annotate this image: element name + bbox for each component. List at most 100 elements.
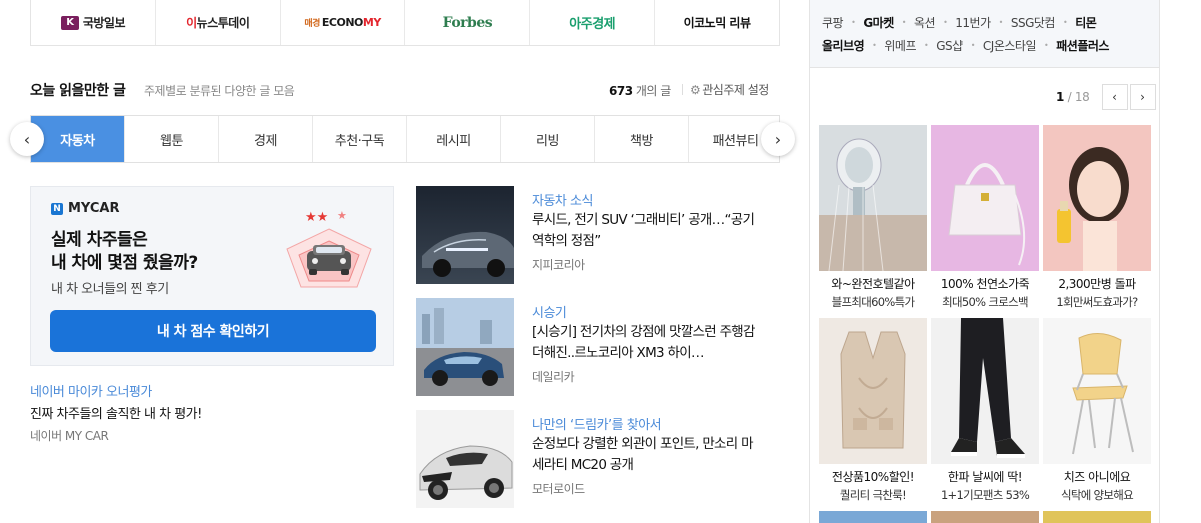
product-name[interactable]: 전상품10%할인! — [819, 468, 927, 485]
product-name[interactable]: 와~완전호텔같아 — [819, 275, 927, 292]
tab-recommend[interactable]: 추천·구독 — [313, 116, 407, 162]
product-image-fleece-pants[interactable] — [931, 318, 1039, 464]
press-logo-mk-economy[interactable]: 매경 ECONO MY — [281, 0, 406, 45]
product-subtitle[interactable]: 퀄리티 극찬룩! — [819, 487, 927, 503]
press-logo-econovill[interactable]: 이코노믹 리뷰 — [655, 0, 779, 45]
article-thumbnail-lucid-gravity[interactable] — [416, 186, 514, 284]
article-source[interactable]: 지피코리아 — [532, 256, 585, 273]
article-item[interactable]: 자동차 소식 루시드, 전기 SUV ‘그래비티’ 공개…“공기역학의 정점” … — [416, 186, 780, 284]
press-logo-kookbang[interactable]: K 국방일보 — [31, 0, 156, 45]
product-image-partial[interactable] — [1043, 511, 1151, 523]
page-current: 1 — [1056, 90, 1065, 104]
product-card[interactable]: 2,300만병 돌파 1회만써도효과가? — [1043, 125, 1151, 310]
press-logo-newstoday[interactable]: 이 뉴스투데이 — [156, 0, 281, 45]
shopping-panel: 쿠팡 • G마켓 • 옥션 • 11번가 • SSG닷컴 • 티몬 올리브영 • 위메프 • … — [809, 0, 1160, 523]
tab-living[interactable]: 리빙 — [501, 116, 595, 162]
tab-car[interactable]: 자동차 — [31, 116, 125, 162]
mycar-promo-card[interactable]: N MYCAR 실제 차주들은 내 차에 몇점 줬을까? 내 차 오너들의 찐 … — [30, 186, 394, 366]
shop-link-11st[interactable]: 11번가 — [955, 14, 991, 31]
shop-link-oliveyoung[interactable]: 올리브영 — [822, 37, 865, 54]
tab-economy[interactable]: 경제 — [219, 116, 313, 162]
naver-n-icon: N — [51, 202, 63, 215]
product-name[interactable]: 2,300만병 돌파 — [1043, 275, 1151, 292]
product-subtitle[interactable]: 1회만써도효과가? — [1043, 294, 1151, 310]
tabs-next-button[interactable]: › — [761, 122, 795, 156]
tabs-prev-button[interactable]: ‹ — [10, 122, 44, 156]
article-title[interactable]: [시승기] 전기차의 강점에 맛깔스런 주행감 더해진..르노코리아 XM3 하… — [532, 322, 758, 364]
product-subtitle[interactable]: 최대50% 크로스백 — [931, 294, 1039, 310]
product-image-partial[interactable] — [819, 511, 927, 523]
shop-link-fashionplus[interactable]: 패션플러스 — [1056, 37, 1109, 54]
press-name: ECONO — [321, 16, 364, 29]
separator: • — [970, 41, 976, 50]
mycar-source[interactable]: 네이버 MY CAR — [30, 427, 109, 444]
shop-row-2: 올리브영 • 위메프 • GS샵 • CJ온스타일 • 패션플러스 — [822, 37, 1109, 54]
shop-link-tmon[interactable]: 티몬 — [1075, 14, 1097, 31]
topic-tabs: 자동차 웹툰 경제 추천·구독 레시피 리빙 책방 패션뷰티 — [30, 115, 780, 163]
product-image-partial[interactable] — [931, 511, 1039, 523]
product-card[interactable]: 치즈 아니에요 식탁에 양보해요 — [1043, 318, 1151, 503]
chevron-right-icon: › — [774, 129, 782, 149]
press-logo-forbes[interactable]: Forbes — [405, 0, 531, 45]
article-title[interactable]: 순정보다 강렬한 외관이 포인트, 만소리 마세라티 MC20 공개 — [532, 434, 758, 476]
shop-link-gmarket[interactable]: G마켓 — [863, 14, 894, 31]
article-thumbnail-xm3[interactable] — [416, 298, 514, 396]
product-subtitle[interactable]: 1+1기모팬츠 53% — [931, 487, 1039, 503]
mycar-logo: N MYCAR — [51, 201, 120, 216]
tab-recipe[interactable]: 레시피 — [407, 116, 501, 162]
shop-link-ssg[interactable]: SSG닷컴 — [1011, 14, 1056, 31]
gear-icon: ⚙ — [690, 83, 701, 97]
press-name: 국방일보 — [82, 16, 126, 30]
product-card[interactable]: 한파 날씨에 딱! 1+1기모팬츠 53% — [931, 318, 1039, 503]
tab-webtoon[interactable]: 웹툰 — [125, 116, 219, 162]
shop-link-auction[interactable]: 옥션 — [914, 14, 936, 31]
product-name[interactable]: 치즈 아니에요 — [1043, 468, 1151, 485]
prev-page-button[interactable]: ‹ — [1101, 84, 1128, 110]
shop-link-coupang[interactable]: 쿠팡 — [822, 14, 844, 31]
product-image-handbag[interactable] — [931, 125, 1039, 271]
product-card[interactable]: 와~완전호텔같아 블프최대60%특가 — [819, 125, 927, 310]
product-image-showerhead[interactable] — [819, 125, 927, 271]
shop-link-wemakeprice[interactable]: 위메프 — [884, 37, 916, 54]
divider — [682, 84, 683, 95]
product-subtitle[interactable]: 식탁에 양보해요 — [1043, 487, 1151, 503]
product-card[interactable]: 100% 천연소가죽 최대50% 크로스백 — [931, 125, 1039, 310]
article-title[interactable]: 루시드, 전기 SUV ‘그래비티’ 공개…“공기역학의 정점” — [532, 210, 758, 252]
article-item[interactable]: 시승기 [시승기] 전기차의 강점에 맛깔스런 주행감 더해진..르노코리아 X… — [416, 298, 780, 396]
product-image-chair[interactable] — [1043, 318, 1151, 464]
shop-link-cjonstyle[interactable]: CJ온스타일 — [983, 37, 1037, 54]
product-name[interactable]: 한파 날씨에 딱! — [931, 468, 1039, 485]
page-indicator: 1 / 18 — [1056, 90, 1090, 104]
article-source[interactable]: 모터로이드 — [532, 480, 585, 497]
press-name: 이코노믹 리뷰 — [683, 16, 751, 30]
mycar-category[interactable]: 네이버 마이카 오너평가 — [30, 381, 152, 400]
shop-link-gsshop[interactable]: GS샵 — [936, 37, 963, 54]
article-item[interactable]: 나만의 ‘드림카’를 찾아서 순정보다 강렬한 외관이 포인트, 만소리 마세라… — [416, 410, 780, 508]
mycar-headline-line2: 내 차에 몇점 줬을까? — [51, 253, 198, 273]
mycar-title[interactable]: 진짜 차주들의 솔직한 내 차 평가! — [30, 403, 202, 422]
shop-row-1: 쿠팡 • G마켓 • 옥션 • 11번가 • SSG닷컴 • 티몬 — [822, 14, 1097, 31]
product-subtitle[interactable]: 블프최대60%특가 — [819, 294, 927, 310]
interest-setting-button[interactable]: ⚙ 관심주제 설정 — [690, 81, 769, 98]
press-logo-ajunews[interactable]: 아주경제 — [530, 0, 656, 45]
press-pre: 매경 — [304, 19, 320, 29]
article-thumbnail-mc20[interactable] — [416, 410, 514, 508]
product-name[interactable]: 100% 천연소가죽 — [931, 275, 1039, 292]
article-count: 673 개의 글 — [609, 82, 671, 99]
product-image-serum-model[interactable] — [1043, 125, 1151, 271]
check-my-car-score-button[interactable]: 내 차 점수 확인하기 — [50, 310, 376, 352]
next-page-button[interactable]: › — [1129, 84, 1156, 110]
shop-links: 쿠팡 • G마켓 • 옥션 • 11번가 • SSG닷컴 • 티몬 올리브영 • 위메프 • … — [810, 0, 1159, 68]
mycar-logo-text: MYCAR — [68, 201, 120, 216]
article-source[interactable]: 데일리카 — [532, 368, 575, 385]
article-category[interactable]: 나만의 ‘드림카’를 찾아서 — [532, 414, 662, 433]
article-category[interactable]: 시승기 — [532, 302, 567, 321]
tab-books[interactable]: 책방 — [595, 116, 689, 162]
mycar-headline: 실제 차주들은 내 차에 몇점 줬을까? — [51, 229, 198, 275]
article-count-suffix: 개의 글 — [635, 84, 671, 98]
article-category[interactable]: 자동차 소식 — [532, 190, 593, 209]
product-image-knit-vest[interactable] — [819, 318, 927, 464]
separator: • — [998, 18, 1004, 27]
product-card[interactable]: 전상품10%할인! 퀄리티 극찬룩! — [819, 318, 927, 503]
page-total: / 18 — [1067, 90, 1090, 104]
